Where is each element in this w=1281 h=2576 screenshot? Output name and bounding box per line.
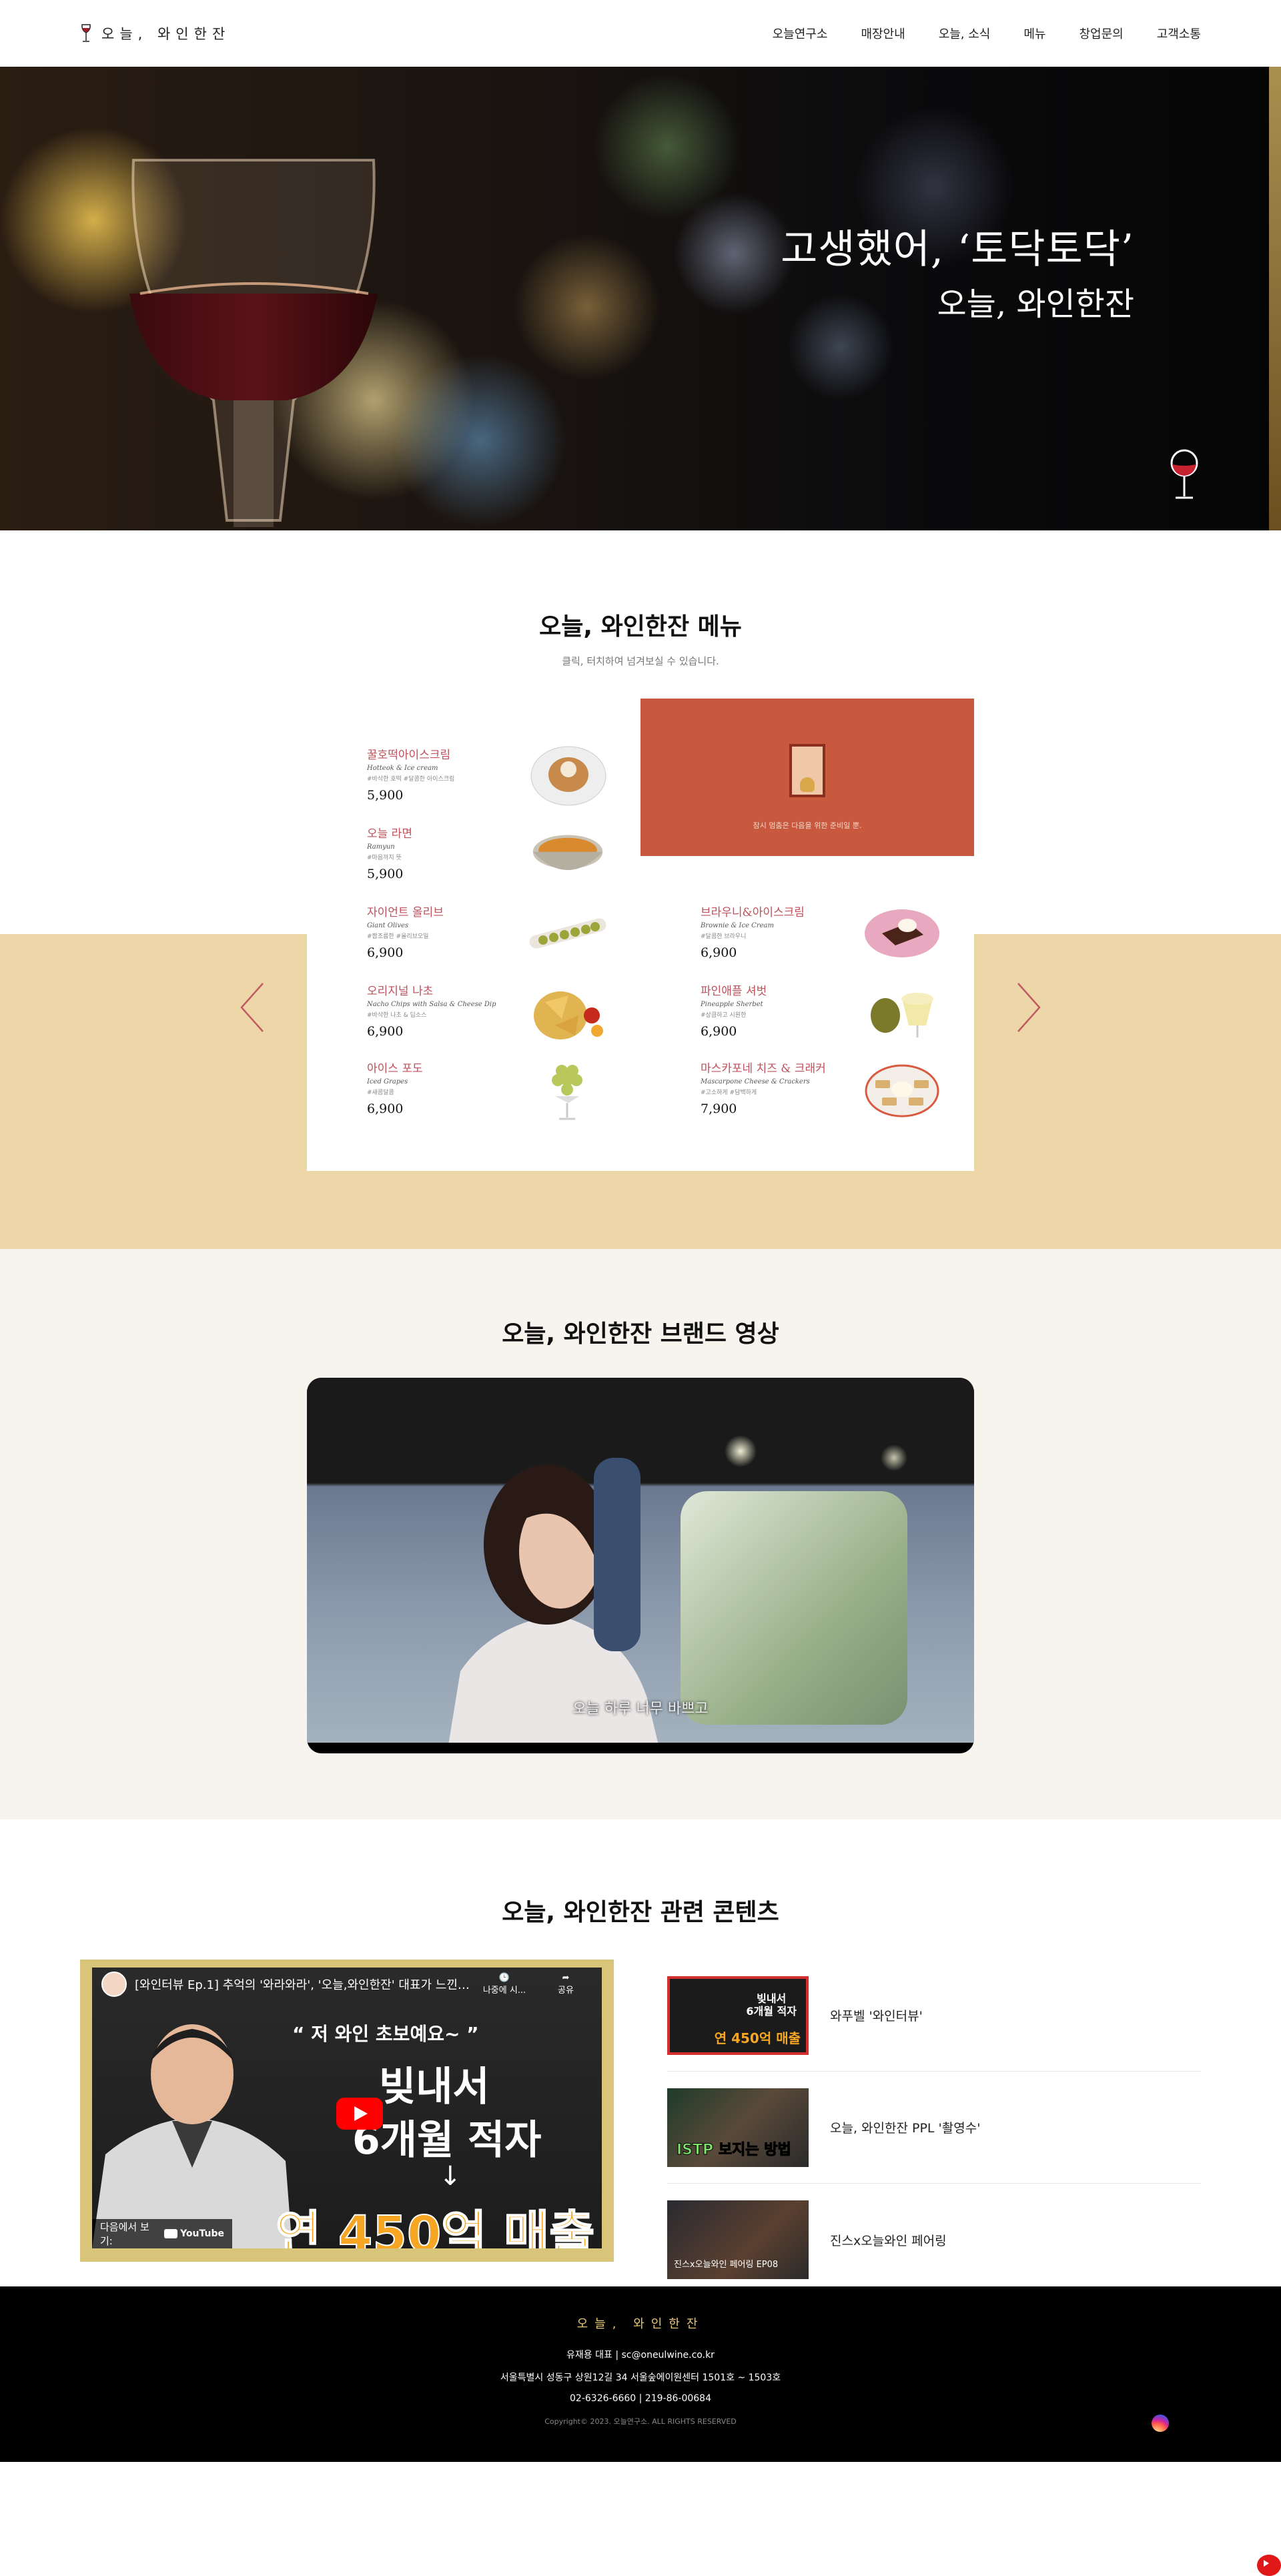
- presenter-image: [92, 2024, 292, 2248]
- channel-avatar[interactable]: [101, 1972, 127, 1997]
- related-item[interactable]: 빚내서 6개월 적자 연 450억 매출 와푸벨 '와인터뷰': [667, 1960, 1201, 2072]
- related-title: 오늘, 와인한잔 관련 콘텐츠: [502, 1899, 779, 1926]
- share-icon: ➦: [562, 1973, 570, 1983]
- watch-on-youtube[interactable]: 다음에서 보기: YouTube: [92, 2219, 232, 2248]
- video-window-scene: [681, 1491, 907, 1725]
- arrow-left-icon[interactable]: [239, 981, 266, 1034]
- related-list: 빚내서 6개월 적자 연 450억 매출 와푸벨 '와인터뷰' ISTP 보지는…: [667, 1960, 1201, 2296]
- play-icon[interactable]: [336, 2098, 383, 2130]
- related-thumbnail[interactable]: ISTP 보지는 방법: [667, 2088, 809, 2167]
- instagram-icon[interactable]: [1152, 2415, 1169, 2432]
- hero-line-2: 오늘, 와인한잔: [937, 286, 1134, 323]
- nav-item-lab[interactable]: 오늘연구소: [773, 25, 828, 42]
- brand-video-player[interactable]: 오늘 하루 너무 바쁘고: [307, 1378, 974, 1753]
- pineapple-sherbet-image: [871, 993, 933, 1037]
- related-item[interactable]: 진스x오늘와인 페어링 EP08 진스x오늘와인 페어링: [667, 2184, 1201, 2296]
- video-bar: [307, 1743, 974, 1753]
- footer-ceo-email: 유재용 대표 | sc@oneulwine.co.kr: [566, 2350, 715, 2360]
- nav-item-menu[interactable]: 메뉴: [1023, 25, 1045, 42]
- arrow-right-icon[interactable]: [1015, 981, 1042, 1034]
- logo[interactable]: 오늘, 와인한잔: [80, 23, 230, 43]
- banner-caption: 잠시 멈춤은 다음을 위한 준비일 뿐.: [753, 821, 862, 830]
- brand-video-section: 오늘, 와인한잔 브랜드 영상 오늘 하루 너무 바쁘고: [0, 1249, 1281, 1819]
- wine-glass-icon: [1170, 449, 1198, 499]
- video-subtitle: 오늘 하루 너무 바쁘고: [572, 1701, 709, 1717]
- menu-board[interactable]: 잠시 멈춤은 다음을 위한 준비일 뿐. 꿀호떡아이스크림 Hotteok & …: [307, 699, 974, 1171]
- watch-on-label: 다음에서 보기:: [100, 2221, 149, 2247]
- menu-banner: 잠시 멈춤은 다음을 위한 준비일 뿐.: [640, 699, 974, 856]
- hero-wine-glass-image: [129, 159, 378, 527]
- related-item-label[interactable]: 오늘, 와인한잔 PPL '촬영수': [830, 2118, 980, 2136]
- thumb-arrow-down: ↓: [439, 2161, 462, 2192]
- related-item[interactable]: ISTP 보지는 방법 오늘, 와인한잔 PPL '촬영수': [667, 2072, 1201, 2184]
- nav-item-franchise[interactable]: 창업문의: [1080, 25, 1124, 42]
- mascarpone-image: [865, 1064, 939, 1118]
- ramyun-image: [532, 835, 603, 871]
- hero-line-1: 고생했어, ‘토닥토닥’: [781, 226, 1134, 273]
- menu-item: 아이스 포도 Iced Grapes #새콤달콤 6,900: [367, 1059, 607, 1132]
- video-title: 오늘, 와인한잔 브랜드 영상: [502, 1320, 779, 1348]
- site-footer: 오늘, 와인한잔 유재용 대표 | sc@oneulwine.co.kr 서울특…: [0, 2286, 1281, 2576]
- youtube-logo: YouTube: [164, 2228, 224, 2239]
- menu-item: 오리지널 나초 Nacho Chips with Salsa & Cheese …: [367, 981, 607, 1055]
- watch-later-button[interactable]: 🕒 나중에 시...: [478, 1973, 531, 1996]
- menu-item: 자이언트 올리브 Giant Olives #짭조름한 #올리브오일 6,900: [367, 903, 607, 976]
- wine-glass-icon: [81, 24, 91, 42]
- thumb-text-top: 빚내서 6개월 적자: [746, 1992, 797, 2018]
- footer-address: 서울특별시 성동구 상원12길 34 서울숲에이원센터 1501호 ~ 1503…: [500, 2373, 781, 2383]
- menu-section: 오늘, 와인한잔 메뉴 클릭, 터치하여 넘겨보실 수 있습니다. 잠시 멈춤은…: [0, 530, 1281, 1249]
- thumb-headline-3: 연 450억 매출: [275, 2205, 595, 2248]
- share-label: 공유: [558, 1986, 574, 1996]
- menu-title: 오늘, 와인한잔 메뉴: [539, 613, 742, 640]
- hero-banner: 고생했어, ‘토닥토닥’ 오늘, 와인한잔: [0, 67, 1281, 530]
- related-thumbnail[interactable]: 빚내서 6개월 적자 연 450억 매출: [667, 1976, 809, 2055]
- menu-item: 오늘 라면 Ramyun #마음까지 뜻 5,900: [367, 824, 607, 897]
- thumb-text-bottom: 연 450억 매출: [714, 2030, 801, 2046]
- menu-item: 파인애플 셔벗 Pineapple Sherbet #상큼하고 시원한 6,90…: [701, 981, 941, 1055]
- footer-phone-biz: 02-6326-6660 | 219-86-00684: [570, 2393, 711, 2404]
- related-content-section: 오늘, 와인한잔 관련 콘텐츠 [와인터뷰 Ep.1] 추억의 '와라와라', …: [0, 1819, 1281, 2286]
- footer-brand: 오늘, 와인한잔: [576, 2317, 705, 2331]
- youtube-icon[interactable]: [1257, 2555, 1281, 2576]
- thumb-text: ISTP 보지는 방법: [677, 2141, 792, 2158]
- youtube-topbar: [와인터뷰 Ep.1] 추억의 '와라와라', '오늘,와인한잔' 대표가 느낀…: [92, 1968, 602, 2001]
- main-nav: 오늘연구소 매장안내 오늘, 소식 메뉴 창업문의 고객소통: [773, 25, 1201, 42]
- share-button[interactable]: ➦ 공유: [539, 1973, 592, 1996]
- nav-item-news[interactable]: 오늘, 소식: [939, 25, 991, 42]
- youtube-mini-icon: [164, 2229, 178, 2238]
- nachos-image: [534, 991, 603, 1039]
- related-item-label[interactable]: 진스x오늘와인 페어링: [830, 2231, 947, 2249]
- menu-item: 꿀호떡아이스크림 Hotteok & Ice cream #바삭한 호떡 #달콤…: [367, 745, 607, 819]
- site-header: 오늘, 와인한잔 오늘연구소 매장안내 오늘, 소식 메뉴 창업문의 고객소통: [0, 0, 1281, 67]
- related-item-label[interactable]: 와푸벨 '와인터뷰': [830, 2006, 923, 2024]
- watch-later-label: 나중에 시...: [482, 1986, 526, 1996]
- nav-item-contact[interactable]: 고객소통: [1157, 25, 1201, 42]
- thumb-headline-1: 빚내서: [379, 2064, 490, 2110]
- olives-image: [529, 918, 606, 949]
- youtube-video-title[interactable]: [와인터뷰 Ep.1] 추억의 '와라와라', '오늘,와인한잔' 대표가 느낀…: [135, 1976, 470, 1993]
- youtube-thumbnail: [와인터뷰 Ep.1] 추억의 '와라와라', '오늘,와인한잔' 대표가 느낀…: [92, 1968, 602, 2248]
- brownie-image: [865, 909, 939, 957]
- hotteok-image: [530, 746, 606, 806]
- thumb-text: 진스x오늘와인 페어링 EP08: [674, 2260, 779, 2270]
- menu-item: 마스카포네 치즈 & 크래커 Mascarpone Cheese & Crack…: [701, 1059, 941, 1132]
- logo-text: 오늘, 와인한잔: [101, 26, 231, 42]
- hero-edge: [1269, 67, 1281, 530]
- youtube-brand-text: YouTube: [180, 2228, 224, 2239]
- menu-subtitle: 클릭, 터치하여 넘겨보실 수 있습니다.: [562, 655, 719, 667]
- hero-title: 고생했어, ‘토닥토닥’ 오늘, 와인한잔: [781, 217, 1134, 324]
- nav-item-stores[interactable]: 매장안내: [861, 25, 905, 42]
- related-thumbnail[interactable]: 진스x오늘와인 페어링 EP08: [667, 2200, 809, 2279]
- footer-social: [1152, 2415, 1281, 2576]
- youtube-embed[interactable]: [와인터뷰 Ep.1] 추억의 '와라와라', '오늘,와인한잔' 대표가 느낀…: [80, 1960, 614, 2262]
- window-illustration: [789, 744, 825, 797]
- clock-icon: 🕒: [498, 1973, 510, 1983]
- menu-item: 브라우니&아이스크림 Brownie & Ice Cream #달콤한 브라우니…: [701, 903, 941, 976]
- grapes-image: [552, 1065, 582, 1120]
- thumb-quote: “ 저 와인 초보예요~ ”: [292, 2023, 479, 2045]
- footer-copyright: Copyright© 2023. 오늘연구소. ALL RIGHTS RESER…: [544, 2417, 737, 2426]
